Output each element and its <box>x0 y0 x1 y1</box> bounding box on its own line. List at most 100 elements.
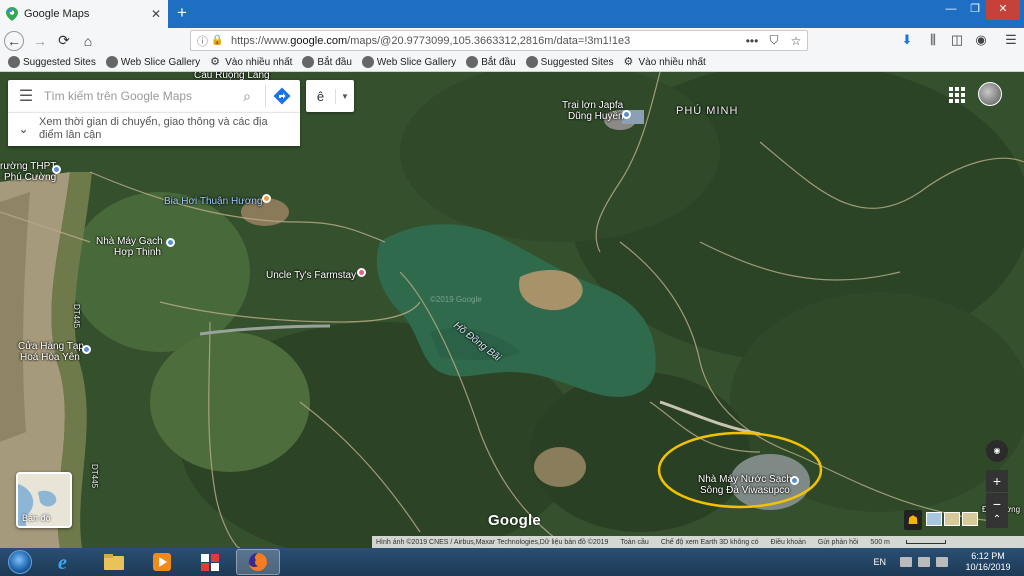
feedback-link[interactable]: Gửi phản hồi <box>818 539 859 546</box>
pocket-icon[interactable]: ⛉ <box>763 33 785 48</box>
firefox-icon[interactable] <box>236 549 280 575</box>
input-method-button[interactable]: ê ▼ <box>306 80 354 112</box>
place-label[interactable]: Hợp Thịnh <box>114 247 161 258</box>
globe-icon <box>302 56 315 68</box>
terms-link[interactable]: Điều khoản <box>771 539 806 546</box>
place-label[interactable]: Hoá Hòa Yên <box>20 352 80 363</box>
home-icon[interactable]: ⌂ <box>76 30 100 52</box>
place-label[interactable]: Trại lợn Japfa <box>562 100 623 111</box>
notification-icon[interactable] <box>900 557 912 567</box>
expand-icon[interactable]: ⌃ <box>986 512 1008 528</box>
reload-icon[interactable]: ⟳ <box>52 30 76 52</box>
hotel-pin-icon[interactable] <box>357 268 366 277</box>
street-view-pegman-icon[interactable]: ☗ <box>904 510 922 530</box>
school-pin-icon[interactable] <box>52 165 61 174</box>
library-icon[interactable]: ⫼ <box>922 32 944 50</box>
bookmark-item[interactable]: Suggested Sites <box>8 56 96 68</box>
close-window-icon[interactable]: ✕ <box>986 0 1020 20</box>
place-label[interactable]: Phú Cường <box>4 172 56 183</box>
network-icon[interactable] <box>918 557 930 567</box>
start-button[interactable] <box>0 548 40 576</box>
download-icon[interactable]: ⬇ <box>896 32 918 50</box>
place-label[interactable]: Uncle Ty's Farmstay <box>266 270 356 281</box>
minimize-icon[interactable]: — <box>938 0 964 20</box>
bookmark-item[interactable]: Bắt đầu <box>302 56 352 68</box>
global-link[interactable]: Toàn cầu <box>620 539 648 546</box>
avatar[interactable] <box>978 82 1002 106</box>
earth-3d-link[interactable]: Chế độ xem Earth 3D không có <box>661 539 759 546</box>
factory-pin-icon[interactable] <box>166 238 175 247</box>
language-indicator[interactable]: EN <box>873 557 886 567</box>
clock[interactable]: 6:12 PM 10/16/2019 <box>960 551 1016 573</box>
area-label: PHÚ MINH <box>676 105 739 117</box>
url-path: /maps/@20.9773099,105.3663312,2816m/data… <box>347 34 631 47</box>
google-logo: Google <box>488 512 541 529</box>
place-label[interactable]: Dũng Huyền <box>568 111 624 122</box>
internet-explorer-icon[interactable]: e <box>44 549 88 575</box>
apps-grid-icon[interactable] <box>948 86 966 104</box>
bookmark-item[interactable]: Web Slice Gallery <box>361 56 457 68</box>
shop-pin-icon[interactable] <box>82 345 91 354</box>
url-bar[interactable]: ⓘ 🔒 https://www.google.com/maps/@20.9773… <box>190 30 808 51</box>
bookmark-item[interactable]: ⚙ Vào nhiều nhất <box>624 56 706 68</box>
hamburger-menu-icon[interactable]: ☰ <box>1000 32 1022 50</box>
info-icon[interactable]: ⓘ <box>197 33 211 49</box>
scale-bar <box>905 539 946 544</box>
app-icon[interactable] <box>188 549 232 575</box>
imagery-thumbnails[interactable] <box>926 512 978 526</box>
thumbnail[interactable] <box>944 512 960 526</box>
tab-google-maps[interactable]: Google Maps ✕ <box>0 0 168 28</box>
browser-tab-strip: Google Maps ✕ + — ❐ ✕ <box>0 0 1024 28</box>
file-explorer-icon[interactable] <box>92 549 136 575</box>
suggestion-panel[interactable]: ⌄ Xem thời gian di chuyển, giao thông và… <box>8 112 300 146</box>
account-icon[interactable]: ◉ <box>970 32 992 50</box>
bookmark-label: Web Slice Gallery <box>376 56 457 68</box>
back-arrow-icon[interactable]: ← <box>4 30 24 51</box>
bookmark-label: Web Slice Gallery <box>120 56 201 68</box>
search-icon[interactable]: ⌕ <box>233 88 261 105</box>
map-layer-toggle[interactable]: Bản đồ <box>16 472 72 528</box>
bookmark-item[interactable]: Web Slice Gallery <box>105 56 201 68</box>
thumbnail[interactable] <box>962 512 978 526</box>
thumbnail[interactable] <box>926 512 942 526</box>
clock-time: 6:12 PM <box>971 551 1005 561</box>
place-pin-icon[interactable] <box>622 110 631 119</box>
bookmark-item[interactable]: Suggested Sites <box>525 56 614 68</box>
map-watermark: ©2019 Google <box>430 295 482 304</box>
search-input[interactable] <box>44 83 233 109</box>
sidebar-icon[interactable]: ◫ <box>946 32 968 50</box>
forward-arrow-icon[interactable]: → <box>28 30 52 52</box>
road-label: DT445 <box>72 304 81 329</box>
caret-down-icon[interactable]: ▼ <box>336 92 354 101</box>
volume-icon[interactable] <box>936 557 948 567</box>
globe-icon <box>466 56 479 68</box>
svg-text:e: e <box>58 552 67 572</box>
maximize-icon[interactable]: ❐ <box>962 0 988 20</box>
chevron-down-icon[interactable]: ⌄ <box>8 116 39 136</box>
gear-icon: ⚙ <box>210 56 220 68</box>
navigation-bar: ← → ⟳ ⌂ ⓘ 🔒 https://www.google.com/maps/… <box>0 28 1024 53</box>
url-text[interactable]: https://www.google.com/maps/@20.9773099,… <box>231 35 741 47</box>
place-label[interactable]: Nhà Máy Gạch <box>96 236 163 247</box>
bookmarks-bar: Suggested Sites Web Slice Gallery ⚙ Vào n… <box>0 53 1024 72</box>
bookmark-item[interactable]: Bắt đầu <box>466 56 516 68</box>
media-player-icon[interactable] <box>140 549 184 575</box>
gear-icon: ⚙ <box>623 56 634 68</box>
place-label[interactable]: Bia Hơi Thuận Hương <box>164 196 263 207</box>
place-label[interactable]: rường THPT <box>0 161 56 172</box>
directions-icon[interactable] <box>270 84 294 108</box>
bookmark-item[interactable]: ⚙ Vào nhiều nhất <box>210 56 292 68</box>
google-maps-favicon-icon <box>6 7 18 21</box>
hamburger-menu-icon[interactable]: ☰ <box>8 86 44 106</box>
restaurant-pin-icon[interactable] <box>262 194 271 203</box>
more-icon[interactable]: ••• <box>741 34 763 48</box>
new-tab-icon[interactable]: + <box>172 4 192 24</box>
close-tab-icon[interactable]: ✕ <box>148 7 164 21</box>
layer-label: Bản đồ <box>22 513 51 523</box>
compass-icon[interactable]: ◉ <box>986 440 1008 462</box>
star-icon[interactable]: ☆ <box>785 34 807 48</box>
lock-icon[interactable]: 🔒 <box>211 35 231 46</box>
zoom-in-icon[interactable]: + <box>986 470 1008 492</box>
place-label[interactable]: Cửa Hàng Tạp <box>18 341 84 352</box>
attribution-bar: Hình ảnh ©2019 CNES / Airbus,Maxar Techn… <box>372 536 1024 548</box>
